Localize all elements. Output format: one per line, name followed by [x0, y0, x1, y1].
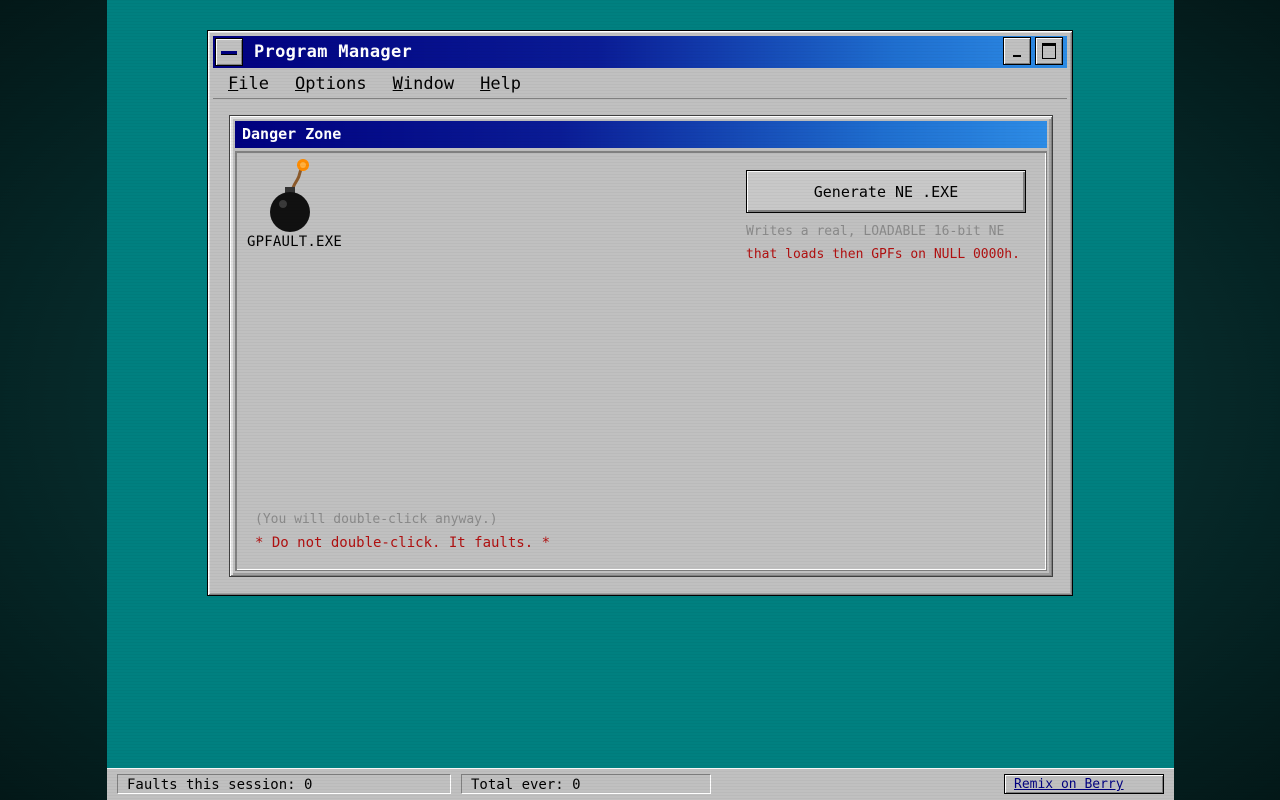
group-body: GPFAULT.EXE Generate NE .EXE Writes a re… — [235, 151, 1047, 571]
window-title: Program Manager — [254, 42, 413, 62]
menu-options[interactable]: Options — [295, 74, 367, 94]
total-ever-counter: Total ever: 0 — [461, 774, 711, 794]
note-anyway: (You will double-click anyway.) — [255, 512, 498, 527]
menu-bar: File Options Window Help — [213, 70, 1067, 99]
generate-ne-exe-button[interactable]: Generate NE .EXE — [746, 170, 1026, 213]
maximize-button[interactable] — [1035, 37, 1063, 65]
minimize-button[interactable] — [1003, 37, 1031, 65]
group-title-bar[interactable]: Danger Zone — [235, 121, 1047, 148]
faults-session-counter: Faults this session: 0 — [117, 774, 451, 794]
gpfault-exe-icon-item[interactable]: GPFAULT.EXE — [242, 154, 347, 250]
bomb-icon — [269, 159, 310, 232]
description-line-1: Writes a real, LOADABLE 16-bit NE — [746, 224, 1005, 239]
program-manager-window: Program Manager File Options Window Help… — [207, 30, 1073, 596]
menu-file[interactable]: File — [228, 74, 269, 94]
remix-link[interactable]: Remix on Berry — [1004, 774, 1164, 794]
warning-text: * Do not double-click. It faults. * — [255, 535, 551, 551]
system-menu-button[interactable] — [215, 38, 243, 66]
description-line-2: that loads then GPFs on NULL 0000h. — [746, 247, 1020, 262]
icon-label: GPFAULT.EXE — [247, 234, 342, 250]
menu-help[interactable]: Help — [480, 74, 521, 94]
title-bar[interactable]: Program Manager — [213, 36, 1067, 68]
danger-zone-group-window: Danger Zone GPFAULT.EXE Generate NE .EXE… — [229, 115, 1053, 577]
status-bar: Faults this session: 0 Total ever: 0 Rem… — [107, 768, 1174, 800]
menu-window[interactable]: Window — [393, 74, 454, 94]
